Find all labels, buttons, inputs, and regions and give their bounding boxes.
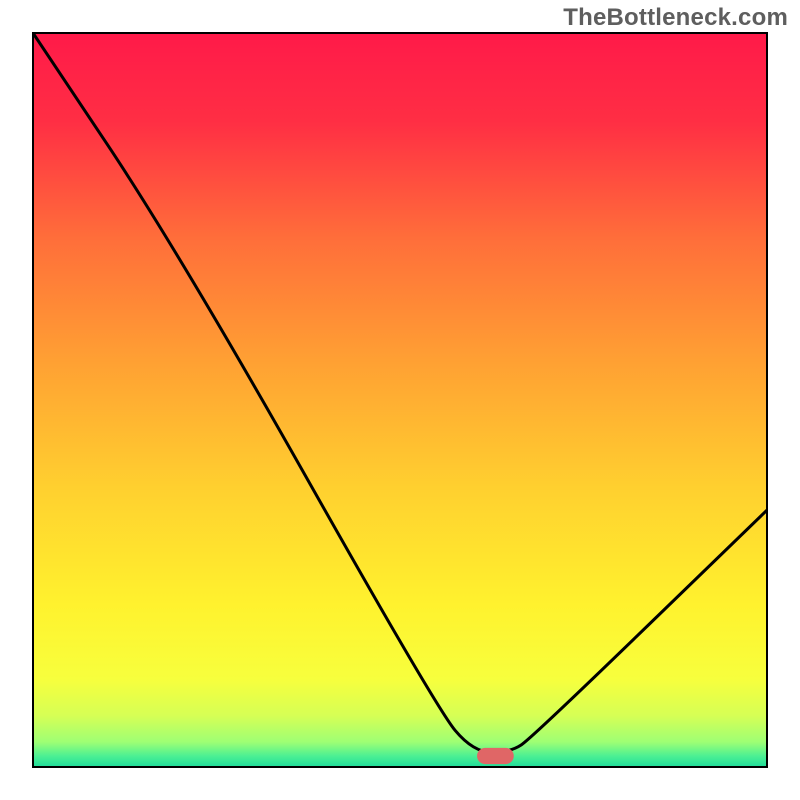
chart-container: TheBottleneck.com <box>0 0 800 800</box>
gradient-background <box>33 33 767 767</box>
bottleneck-chart <box>0 0 800 800</box>
optimal-marker <box>477 748 514 764</box>
watermark-text: TheBottleneck.com <box>563 4 788 32</box>
